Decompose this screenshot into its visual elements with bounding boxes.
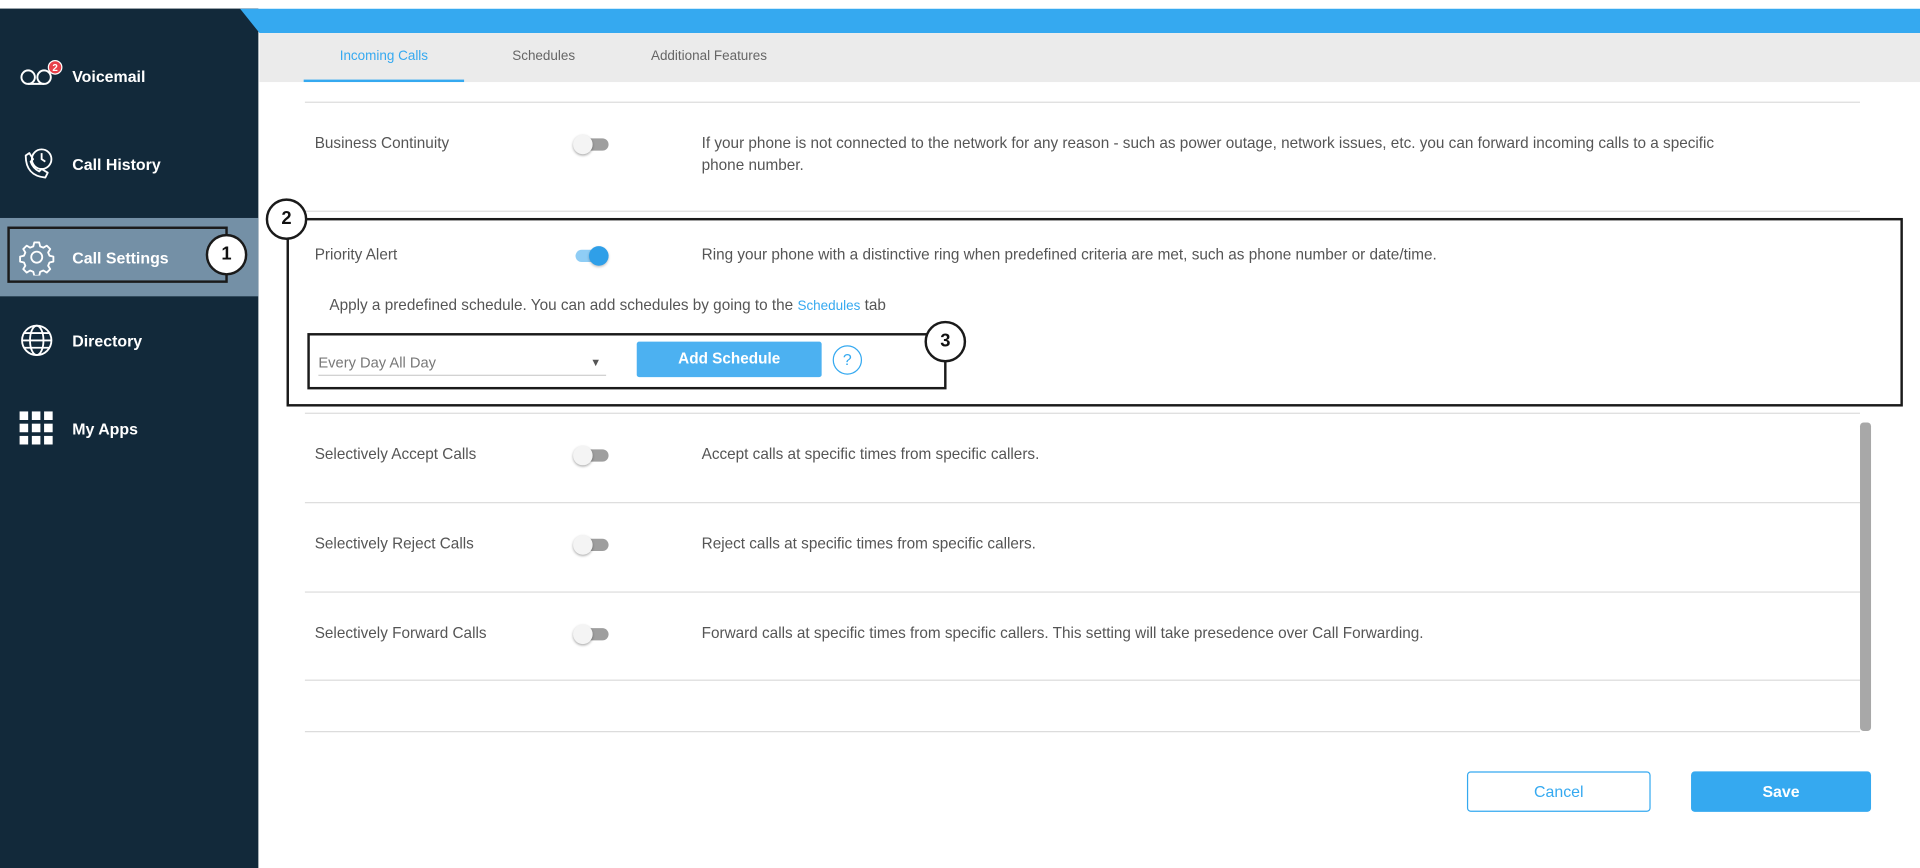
divider [304, 679, 1861, 681]
schedule-instructions: Apply a predefined schedule. You can add… [329, 296, 886, 313]
call-history-icon [18, 146, 55, 183]
tab-bar: Incoming Calls Schedules Additional Feat… [259, 33, 1920, 83]
business-continuity-toggle[interactable] [573, 132, 610, 156]
save-button[interactable]: Save [1691, 771, 1872, 812]
schedule-select-value: Every Day All Day [318, 353, 436, 372]
priority-alert-toggle[interactable] [573, 244, 610, 268]
divider [304, 412, 1861, 414]
schedule-select[interactable]: Every Day All Day ▼ [318, 353, 607, 376]
setting-name: Business Continuity [314, 134, 450, 152]
scrollbar[interactable] [1860, 422, 1872, 732]
divider [304, 731, 1861, 733]
schedule-note-suffix: tab [864, 296, 886, 314]
schedule-note-text: Apply a predefined schedule. You can add… [329, 296, 794, 314]
divider [304, 591, 1861, 593]
sidebar-item-voicemail[interactable]: Voicemail [0, 42, 258, 111]
annotation-box-call-settings [7, 226, 228, 283]
setting-name: Selectively Accept Calls [314, 445, 477, 463]
setting-description: Ring your phone with a distinctive ring … [701, 246, 1437, 264]
selectively-reject-toggle[interactable] [573, 533, 610, 557]
selectively-accept-toggle[interactable] [573, 443, 610, 467]
setting-name: Priority Alert [314, 246, 398, 264]
sidebar-item-directory[interactable]: Directory [0, 306, 258, 375]
voicemail-count-badge: 2 [47, 60, 63, 75]
schedules-link[interactable]: Schedules [797, 299, 860, 314]
callout-marker-1: 1 [205, 233, 248, 276]
setting-description: Forward calls at specific times from spe… [701, 624, 1424, 642]
globe-icon [18, 322, 55, 359]
callout-marker-2: 2 [265, 198, 308, 241]
sidebar-item-call-history[interactable]: Call History [0, 130, 258, 199]
setting-name: Selectively Reject Calls [314, 535, 474, 553]
divider [304, 101, 1861, 103]
sidebar-item-label: Directory [72, 331, 143, 350]
dropdown-caret-icon: ▼ [590, 356, 602, 369]
setting-description: Accept calls at specific times from spec… [701, 445, 1040, 463]
tab-schedules[interactable]: Schedules [470, 33, 617, 82]
help-icon[interactable]: ? [832, 345, 863, 375]
divider [304, 210, 1861, 212]
selectively-forward-toggle[interactable] [573, 622, 610, 646]
setting-description: If your phone is not connected to the ne… [701, 134, 1715, 174]
tab-incoming-calls[interactable]: Incoming Calls [303, 33, 465, 83]
sidebar-item-label: Voicemail [72, 66, 146, 86]
setting-description: Reject calls at specific times from spec… [701, 535, 1036, 553]
tab-additional-features[interactable]: Additional Features [629, 33, 788, 82]
cancel-button[interactable]: Cancel [1466, 771, 1651, 812]
app-window: Voicemail 2 Call History Call Settings 1… [0, 0, 1920, 868]
sidebar-item-label: Call History [72, 154, 161, 174]
callout-marker-3: 3 [924, 320, 967, 363]
sidebar-item-my-apps[interactable]: My Apps [0, 394, 258, 463]
sidebar-item-label: My Apps [72, 419, 139, 438]
header-accent-bar [240, 8, 1920, 34]
add-schedule-button[interactable]: Add Schedule [636, 341, 822, 378]
apps-grid-icon [18, 410, 55, 447]
divider [304, 502, 1861, 504]
setting-name: Selectively Forward Calls [314, 624, 487, 642]
